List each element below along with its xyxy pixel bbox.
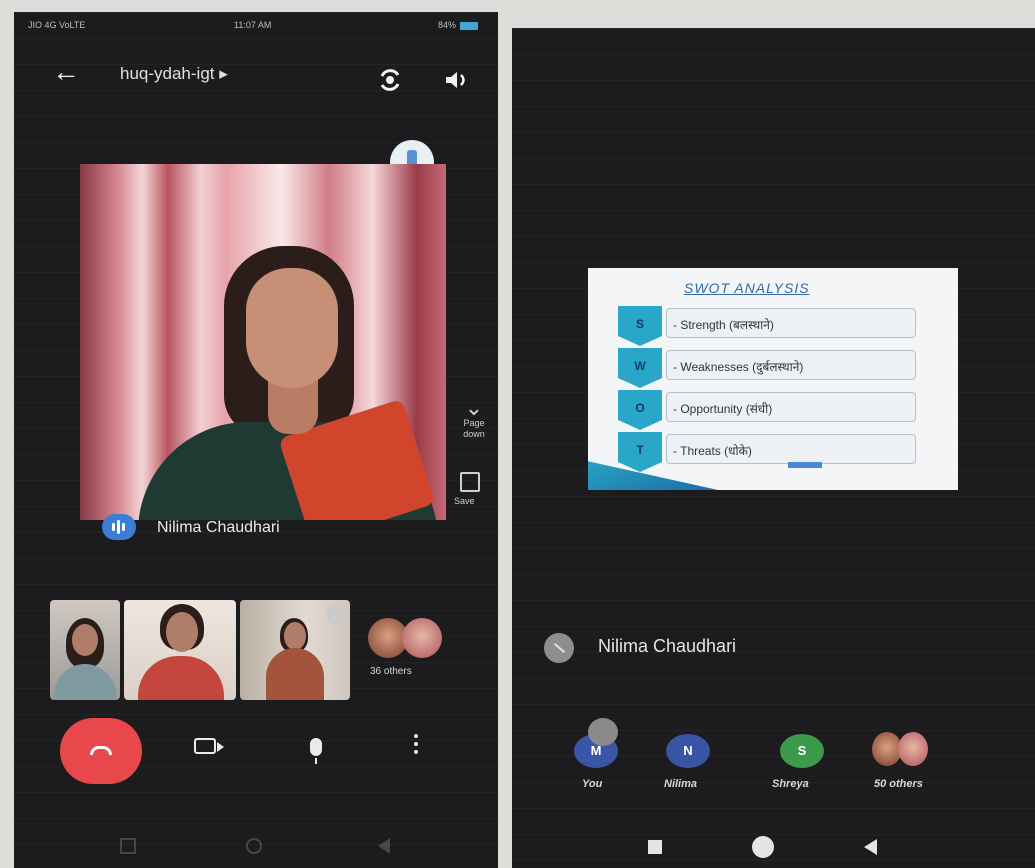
participant-label-nilima: Nilima (664, 778, 698, 790)
participant-label-shreya: Shreya (772, 778, 809, 790)
battery-indicator: 84% (438, 20, 478, 30)
slide-title: SWOT ANALYSIS (684, 280, 810, 296)
others-count-label: 36 others (370, 666, 412, 677)
swot-letter-t: T (618, 432, 662, 472)
participant-thumbnail[interactable] (240, 600, 350, 700)
others-avatars[interactable] (368, 618, 452, 658)
home-nav-icon[interactable] (752, 836, 774, 858)
participant-thumbnail[interactable] (50, 600, 120, 700)
status-bar: JIO 4G VoLTE 11:07 AM 84% (14, 12, 498, 36)
back-nav-icon[interactable] (378, 838, 390, 854)
participant-label-you: You (582, 778, 603, 790)
swot-letter-o: O (618, 390, 662, 430)
save-icon[interactable] (460, 472, 480, 492)
swot-row-threats: - Threats (धोके) (666, 434, 916, 464)
switch-camera-icon[interactable] (376, 66, 404, 94)
more-icon[interactable] (414, 734, 418, 758)
home-nav-icon[interactable] (246, 838, 262, 854)
save-label: Save (454, 496, 475, 506)
chevron-down-icon: ⌄ (464, 395, 484, 420)
others-count-label: 50 others (874, 778, 923, 790)
muted-mic-icon (544, 633, 574, 663)
carrier-label: JIO 4G VoLTE (28, 20, 86, 30)
recents-nav-icon[interactable] (648, 840, 662, 854)
swot-letter-w: W (618, 348, 662, 388)
swot-letter-s: S (618, 306, 662, 346)
audio-level-icon (102, 514, 136, 540)
swot-row-strength: - Strength (बलस्थाने) (666, 308, 916, 338)
mic-icon[interactable] (310, 738, 322, 756)
swot-row-opportunity: - Opportunity (संधी) (666, 392, 916, 422)
participant-avatar-nilima[interactable]: N (666, 734, 710, 768)
back-nav-icon[interactable] (864, 839, 877, 855)
presentation-slide[interactable]: SWOT ANALYSIS S - Strength (बलस्थाने) W … (588, 268, 958, 490)
slide-tag (788, 462, 822, 468)
presenter-name: Nilima Chaudhari (598, 636, 737, 656)
swot-row-weaknesses: - Weaknesses (दुर्बलस्थाने) (666, 350, 916, 380)
back-arrow-icon[interactable]: ← (52, 58, 80, 86)
main-video-tile[interactable] (80, 164, 446, 520)
muted-mic-icon (588, 718, 618, 746)
participant-avatar-shreya[interactable]: S (780, 734, 824, 768)
camera-icon[interactable] (194, 738, 216, 754)
end-call-button[interactable] (60, 718, 142, 784)
page-down-button[interactable]: ⌄ Page down (452, 395, 496, 440)
end-call-icon (90, 746, 112, 755)
participant-video (246, 268, 338, 388)
recents-nav-icon[interactable] (120, 838, 136, 854)
speaker-icon[interactable] (442, 68, 470, 92)
active-speaker-name: Nilima Chaudhari (157, 519, 280, 536)
others-avatar[interactable] (898, 732, 928, 766)
participant-thumbnail[interactable] (124, 600, 236, 700)
status-time: 11:07 AM (234, 20, 272, 30)
left-phone-screen: JIO 4G VoLTE 11:07 AM 84% ← huq-ydah-igt… (14, 12, 498, 868)
right-phone-screen: SWOT ANALYSIS S - Strength (बलस्थाने) W … (512, 28, 1035, 868)
battery-icon (460, 21, 478, 30)
meeting-code-title[interactable]: huq-ydah-igt ▸ (120, 64, 228, 84)
muted-mic-icon (326, 606, 344, 624)
